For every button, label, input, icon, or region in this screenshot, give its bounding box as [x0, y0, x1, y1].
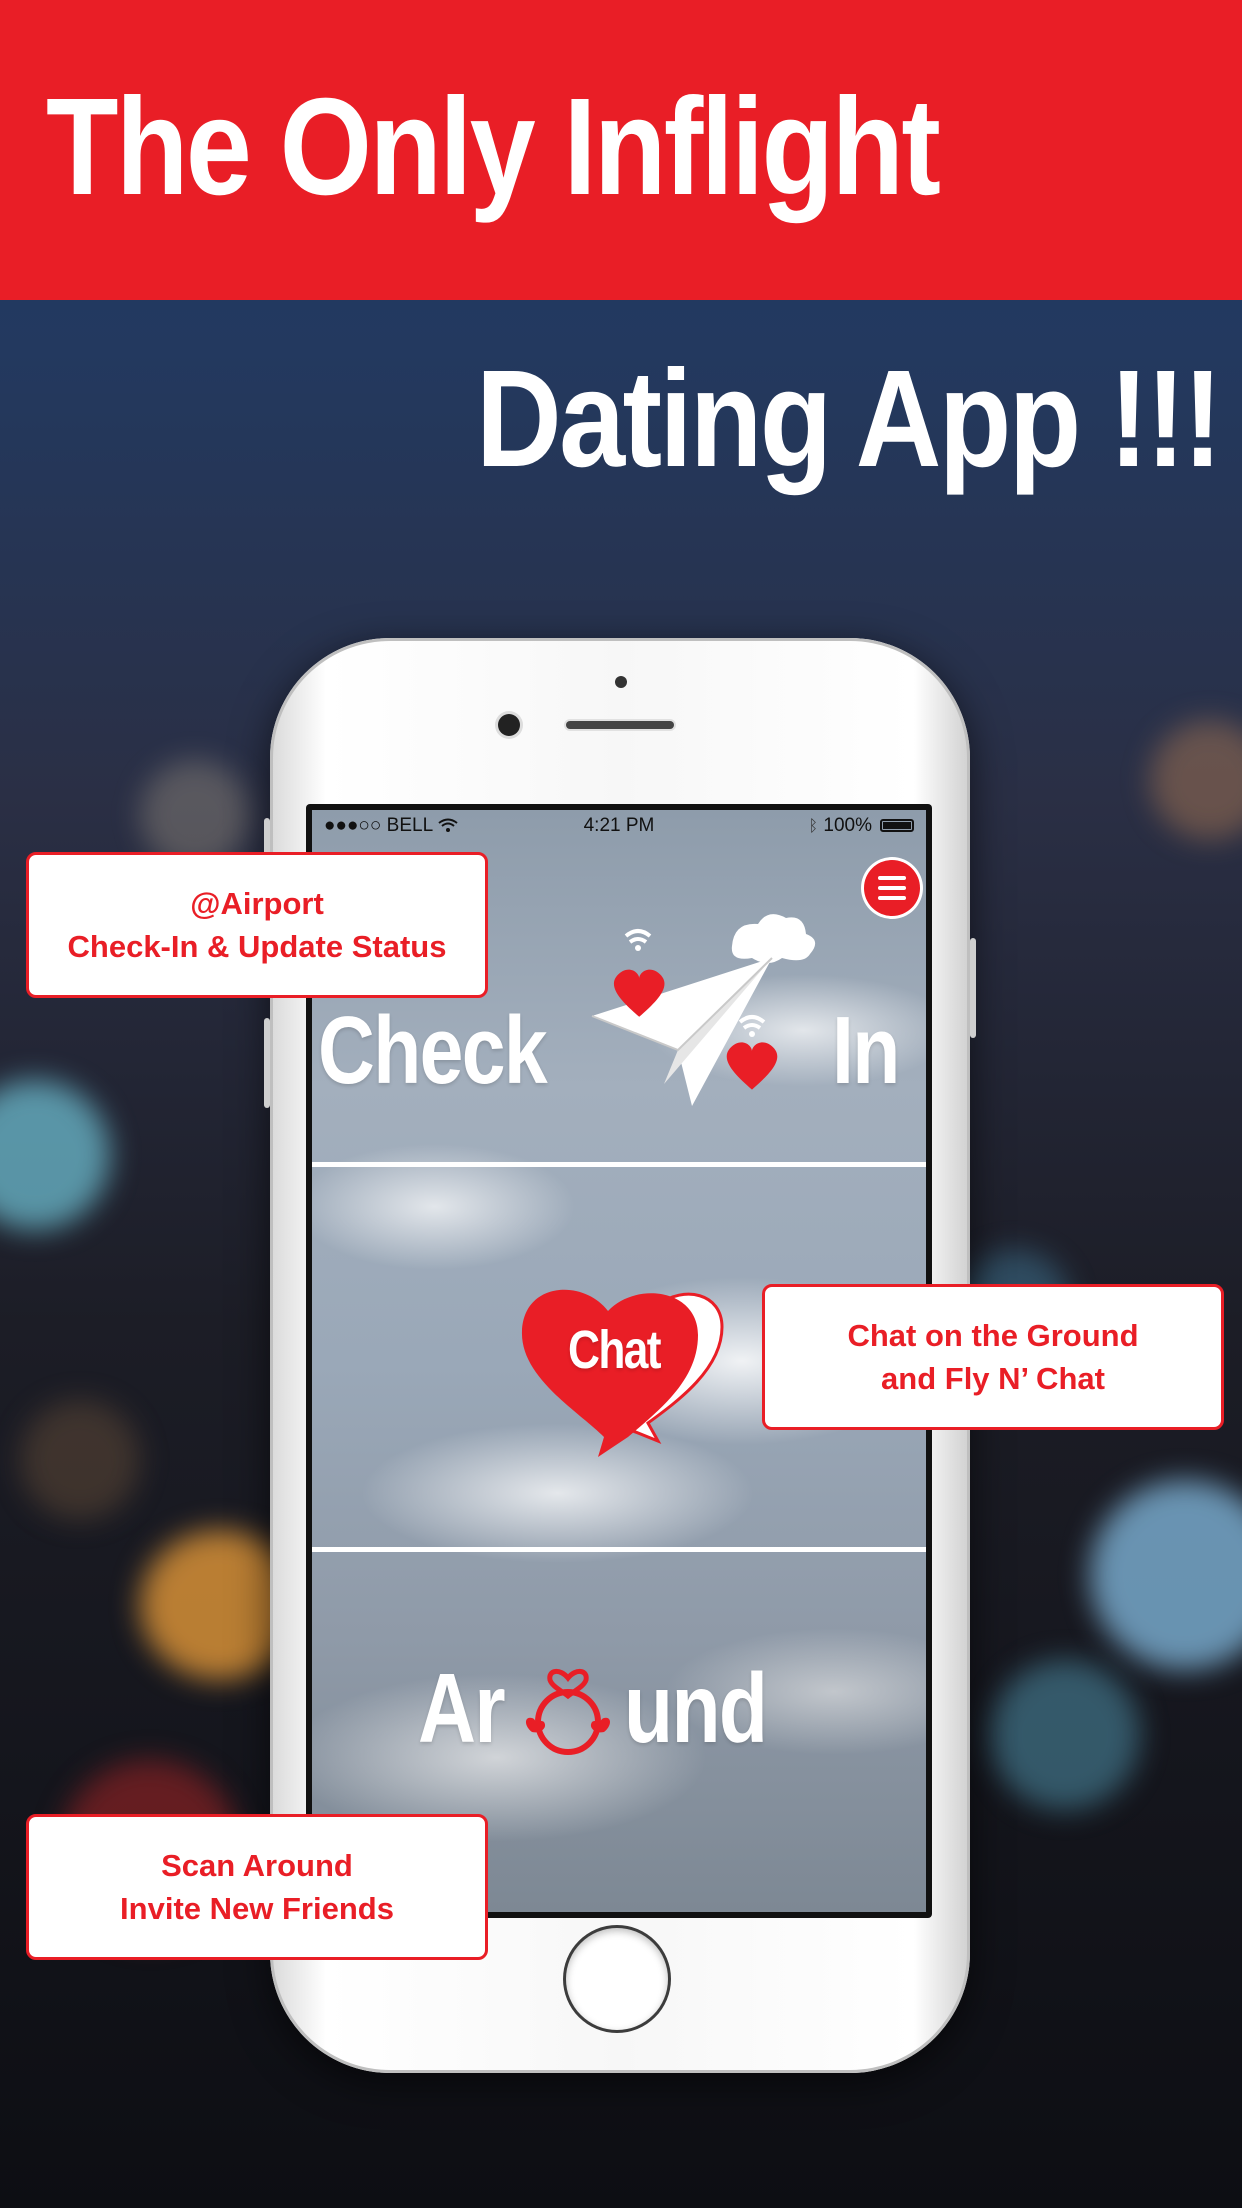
- callout-airport-line2: Check-In & Update Status: [67, 929, 447, 964]
- around-label-left: Ar: [418, 1653, 506, 1763]
- heart-people-icon: [526, 1669, 610, 1755]
- home-button[interactable]: [566, 1928, 668, 2030]
- phone-power-button: [970, 938, 976, 1038]
- callout-airport: @Airport Check-In & Update Status: [26, 852, 488, 998]
- in-label: In: [832, 997, 900, 1104]
- headline-line-1: The Only Inflight: [46, 70, 941, 224]
- check-label: Check: [318, 997, 548, 1104]
- around-label-right: und: [624, 1653, 768, 1763]
- phone-volume-down: [264, 1018, 270, 1108]
- paper-plane-hearts-icon: [591, 914, 816, 1106]
- proximity-sensor: [615, 676, 627, 688]
- chat-label: Chat: [568, 1320, 661, 1380]
- callout-airport-line1: @Airport: [190, 886, 324, 921]
- callout-scan: Scan Around Invite New Friends: [26, 1814, 488, 1960]
- callout-chat: Chat on the Ground and Fly N’ Chat: [762, 1284, 1224, 1430]
- callout-scan-line1: Scan Around: [161, 1848, 353, 1883]
- front-camera: [498, 714, 520, 736]
- callout-scan-line2: Invite New Friends: [120, 1891, 394, 1926]
- earpiece-speaker: [566, 721, 674, 729]
- callout-chat-line1: Chat on the Ground: [847, 1318, 1139, 1353]
- callout-chat-line2: and Fly N’ Chat: [881, 1361, 1105, 1396]
- headline-line-2: Dating App !!!: [476, 342, 1222, 496]
